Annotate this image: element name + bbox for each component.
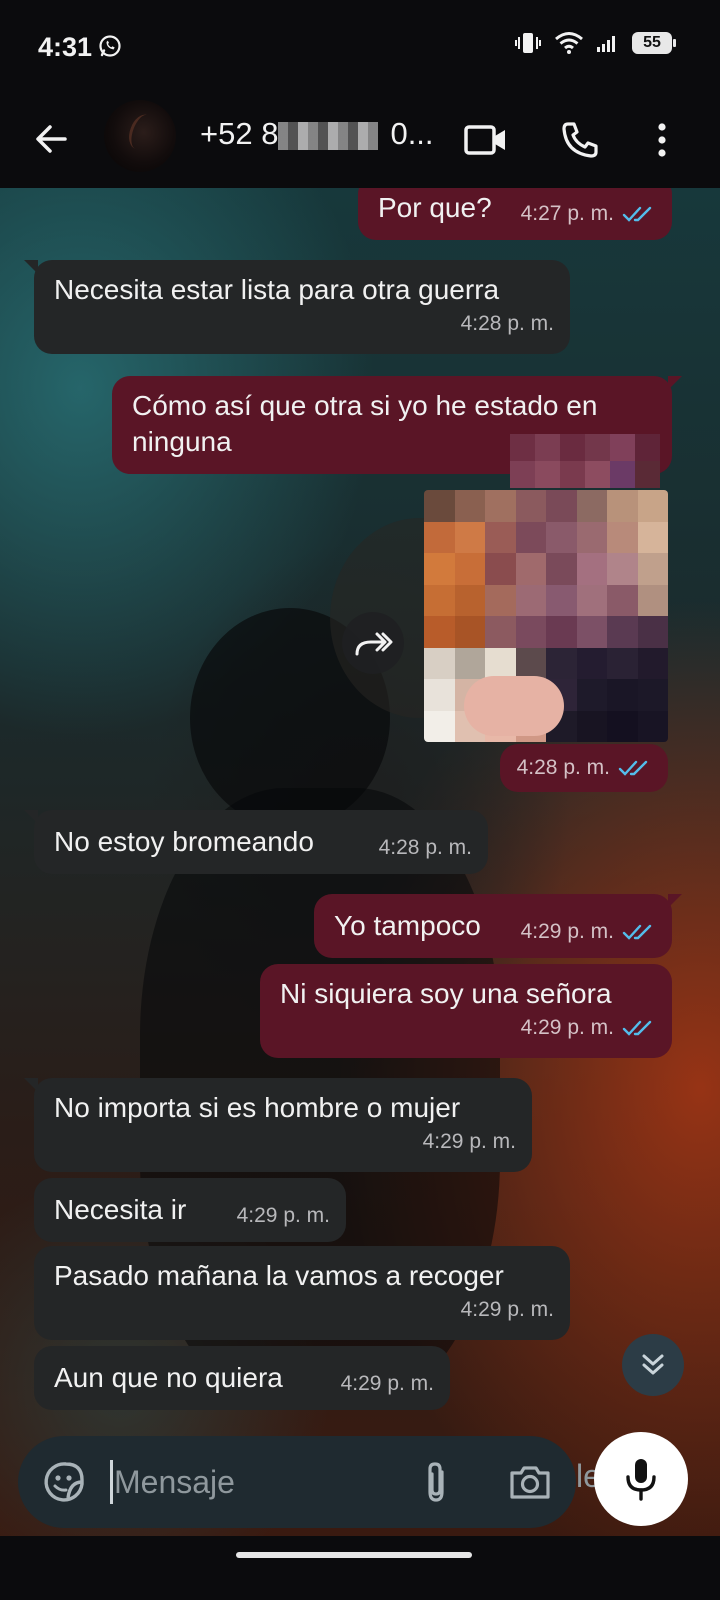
message-composer [18,1436,576,1528]
outgoing-message[interactable]: Por que? 4:27 p. m. [358,188,672,240]
message-time: 4:29 p. m. [520,920,614,943]
read-ticks-icon [622,1020,652,1036]
back-button[interactable] [26,114,76,164]
message-meta: 4:27 p. m. [521,196,656,232]
shared-photo[interactable] [424,490,668,742]
message-text: Necesita estar lista para otra guerra [54,274,500,305]
scroll-to-bottom-button[interactable] [622,1334,684,1396]
incoming-message[interactable]: Necesita ir 4:29 p. m. [34,1178,346,1242]
video-camera-icon [464,125,505,155]
sticker-emoji-icon [44,1462,84,1502]
message-time: 4:29 p. m. [340,1372,434,1395]
message-meta: 4:28 p. m. [379,830,472,866]
contact-avatar[interactable] [104,100,176,172]
outgoing-message[interactable]: Ni siquiera soy una señora 4:29 p. m. [260,964,672,1058]
camera-button[interactable] [506,1460,554,1504]
read-ticks-icon [618,760,648,776]
message-text: No importa si es hombre o mujer [54,1092,461,1123]
forward-icon [355,632,393,656]
message-meta: 4:28 p. m. [461,306,554,342]
forward-button[interactable] [342,612,404,674]
read-ticks-icon [622,924,652,940]
paperclip-icon [428,1462,444,1502]
status-bar: 4:31 55 [0,0,720,92]
back-arrow-icon [36,125,67,153]
camera-icon [510,1466,550,1499]
more-options-button[interactable] [634,112,690,168]
system-nav-bar [0,1536,720,1600]
message-time: 4:29 p. m. [422,1130,516,1153]
contact-name-suffix: 0... [390,116,434,151]
message-text: Por que? [378,192,492,223]
message-text: Pasado mañana la vamos a recoger [54,1260,504,1291]
message-time: 4:29 p. m. [236,1204,330,1227]
home-gesture-handle[interactable] [236,1552,472,1558]
message-input[interactable] [112,1458,392,1506]
message-time: 4:29 p. m. [520,1016,614,1039]
phone-icon [562,122,598,158]
message-meta: 4:29 p. m. [521,1010,656,1046]
photo-caption-meta: 4:28 p. m. [500,744,668,792]
microphone-icon [626,1459,656,1501]
message-meta: 4:29 p. m. [341,1366,434,1402]
voice-call-button[interactable] [552,112,608,168]
status-icons: 55 [514,30,676,56]
incoming-message[interactable]: No importa si es hombre o mujer 4:29 p. … [24,1078,532,1172]
contact-name-prefix: +52 8 [200,116,279,151]
attach-button[interactable] [416,1456,456,1508]
status-time: 4:31 [38,32,93,62]
message-text: Yo tampoco [334,910,481,941]
message-text: Ni siquiera soy una señora [280,978,612,1009]
incoming-message[interactable]: Pasado mañana la vamos a recoger 4:29 p.… [34,1246,570,1340]
message-meta: 4:29 p. m. [423,1124,516,1160]
battery-icon: 55 [632,32,676,54]
sticker-button[interactable] [40,1458,88,1506]
redacted-number [278,122,378,150]
photo-thumbnail-top [510,434,660,488]
signal-icon [597,36,615,52]
chat-messages-area[interactable]: Por que? 4:27 p. m. Necesita estar lista… [0,188,720,1536]
more-vertical-icon [658,123,666,157]
message-time: 4:27 p. m. [520,202,614,225]
voice-record-button[interactable] [594,1432,688,1526]
video-call-button[interactable] [458,112,514,168]
message-text: Necesita ir [54,1194,187,1225]
message-text: Aun que no quiera [54,1362,283,1393]
incoming-message[interactable]: Necesita estar lista para otra guerra 4:… [24,260,570,354]
message-time: 4:29 p. m. [460,1298,554,1321]
incoming-message[interactable]: No estoy bromeando 4:28 p. m. [24,810,488,874]
double-chevron-down-icon [642,1354,664,1375]
message-time: 4:28 p. m. [516,756,610,779]
message-meta: 4:29 p. m. [521,914,656,950]
message-meta: 4:29 p. m. [237,1198,330,1234]
message-time: 4:28 p. m. [378,836,472,859]
whatsapp-notification-icon [99,35,121,57]
wifi-icon [555,32,583,54]
message-meta: 4:29 p. m. [461,1292,554,1328]
vibrate-icon [515,33,541,53]
read-ticks-icon [622,206,652,222]
message-meta: 4:28 p. m. [517,756,652,780]
chat-header: +52 8 0... [0,92,720,188]
outgoing-message[interactable]: Yo tampoco 4:29 p. m. [314,894,682,958]
photo-hands [464,676,564,736]
message-text: No estoy bromeando [54,826,314,857]
incoming-message[interactable]: Aun que no quiera 4:29 p. m. [34,1346,450,1410]
message-time: 4:28 p. m. [460,312,554,335]
battery-level: 55 [643,34,661,51]
